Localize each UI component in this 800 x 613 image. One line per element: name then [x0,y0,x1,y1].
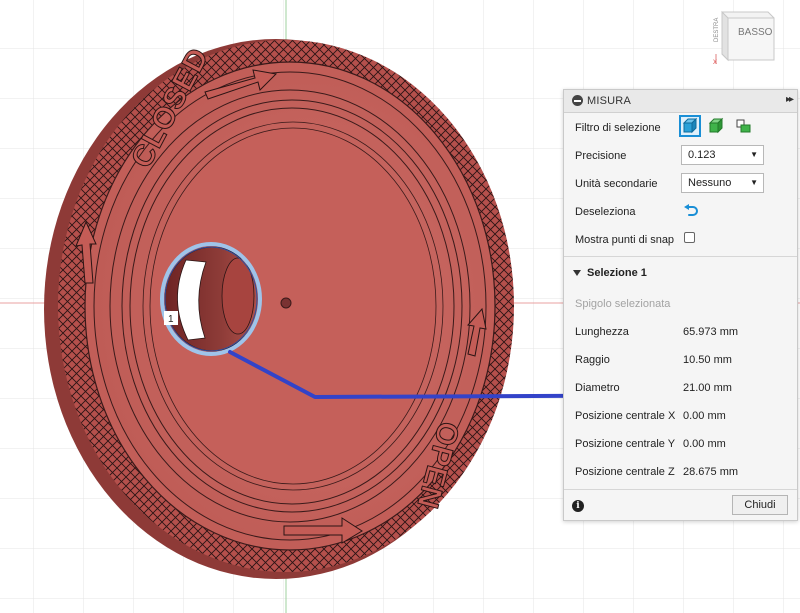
knob-model[interactable]: CLOSED OPEN 1 [44,39,514,579]
expand-panel-button[interactable]: ▸▸ [786,94,794,105]
svg-text:x: x [713,57,717,64]
show-snap-points-checkbox[interactable] [684,232,695,243]
measurement-label: Posizione centrale Z [575,466,675,478]
panel-footer-divider [564,489,797,490]
collapse-caret-icon[interactable] [573,270,581,276]
measurement-label: Posizione centrale X [575,410,676,422]
info-icon[interactable]: i [572,500,584,512]
secondary-units-select[interactable]: Nessuno ▼ [681,173,764,193]
measurement-value: 65.973 mm [683,326,739,338]
undo-icon[interactable] [683,204,699,218]
selection-filter-label: Filtro di selezione [575,122,661,134]
measure-panel-icon [572,95,583,106]
chevron-down-icon: ▼ [750,178,758,187]
body-filter-icon [708,117,724,134]
measurement-value: 21.00 mm [683,382,732,394]
precision-select[interactable]: 0.123 ▼ [681,145,764,165]
measurement-value: 10.50 mm [683,354,732,366]
measurement-label: Diametro [575,382,620,394]
body-filter-button[interactable] [705,115,727,137]
panel-divider [564,256,797,257]
secondary-units-label: Unità secondarie [575,178,658,190]
show-snap-points-label: Mostra punti di snap [575,234,675,246]
face-filter-button[interactable] [679,115,701,137]
precision-value: 0.123 [688,149,716,161]
view-cube-face-label: BASSO [738,27,773,38]
face-filter-icon [682,117,698,134]
selection-group-title[interactable]: Selezione 1 [587,267,647,279]
measurement-label: Posizione centrale Y [575,438,676,450]
component-filter-button[interactable] [732,115,754,137]
component-filter-icon [736,119,751,133]
view-cube-side-label: DESTRA [714,17,720,42]
view-cube[interactable]: x BASSO DESTRA [708,6,780,66]
panel-title: MISURA [587,95,631,107]
measurement-label: Raggio [575,354,610,366]
measurement-value: 0.00 mm [683,410,726,422]
measurement-value: 28.675 mm [683,466,739,478]
point-marker-label: 1 [168,314,174,325]
secondary-units-value: Nessuno [688,177,732,189]
deselect-label: Deseleziona [575,206,636,218]
origin-point [280,297,292,309]
close-button[interactable]: Chiudi [732,495,788,515]
measurement-label: Lunghezza [575,326,629,338]
chevron-down-icon: ▼ [750,150,758,159]
precision-label: Precisione [575,150,627,162]
measurement-value: 0.00 mm [683,438,726,450]
panel-header[interactable]: MISURA ▸▸ [564,90,797,113]
measure-panel: MISURA ▸▸ Filtro di selezione Precisione… [563,89,798,521]
selection-type-label: Spigolo selezionata [575,298,671,310]
